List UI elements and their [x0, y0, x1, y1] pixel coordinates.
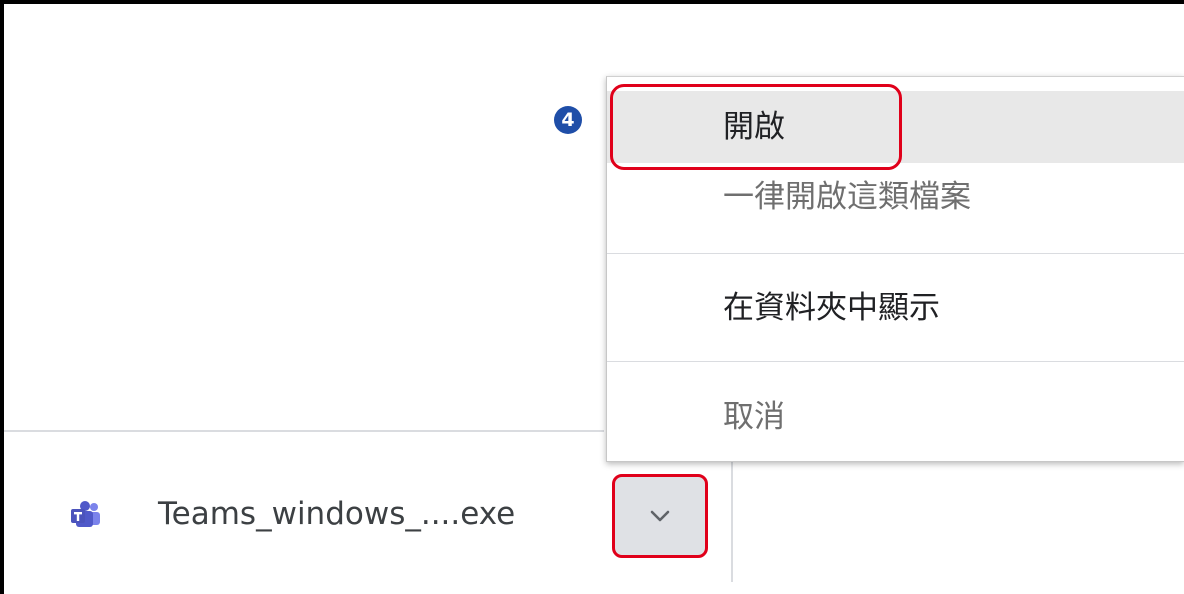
file-name[interactable]: Teams_windows_....exe [158, 494, 515, 534]
download-options-button[interactable] [612, 474, 708, 558]
shelf-separator [731, 462, 733, 582]
menu-item-show-in-folder[interactable]: 在資料夾中顯示 [607, 273, 1184, 343]
menu-item-cancel[interactable]: 取消 [607, 382, 1184, 452]
menu-item-always-open[interactable]: 一律開啟這類檔案 [607, 167, 1184, 227]
teams-icon [71, 501, 100, 527]
menu-separator [607, 253, 1184, 254]
highlight-box [610, 84, 902, 170]
frame-top-border [0, 0, 1184, 4]
chevron-down-icon [650, 510, 670, 522]
menu-separator [607, 361, 1184, 362]
step-number-badge: 4 [554, 106, 582, 134]
